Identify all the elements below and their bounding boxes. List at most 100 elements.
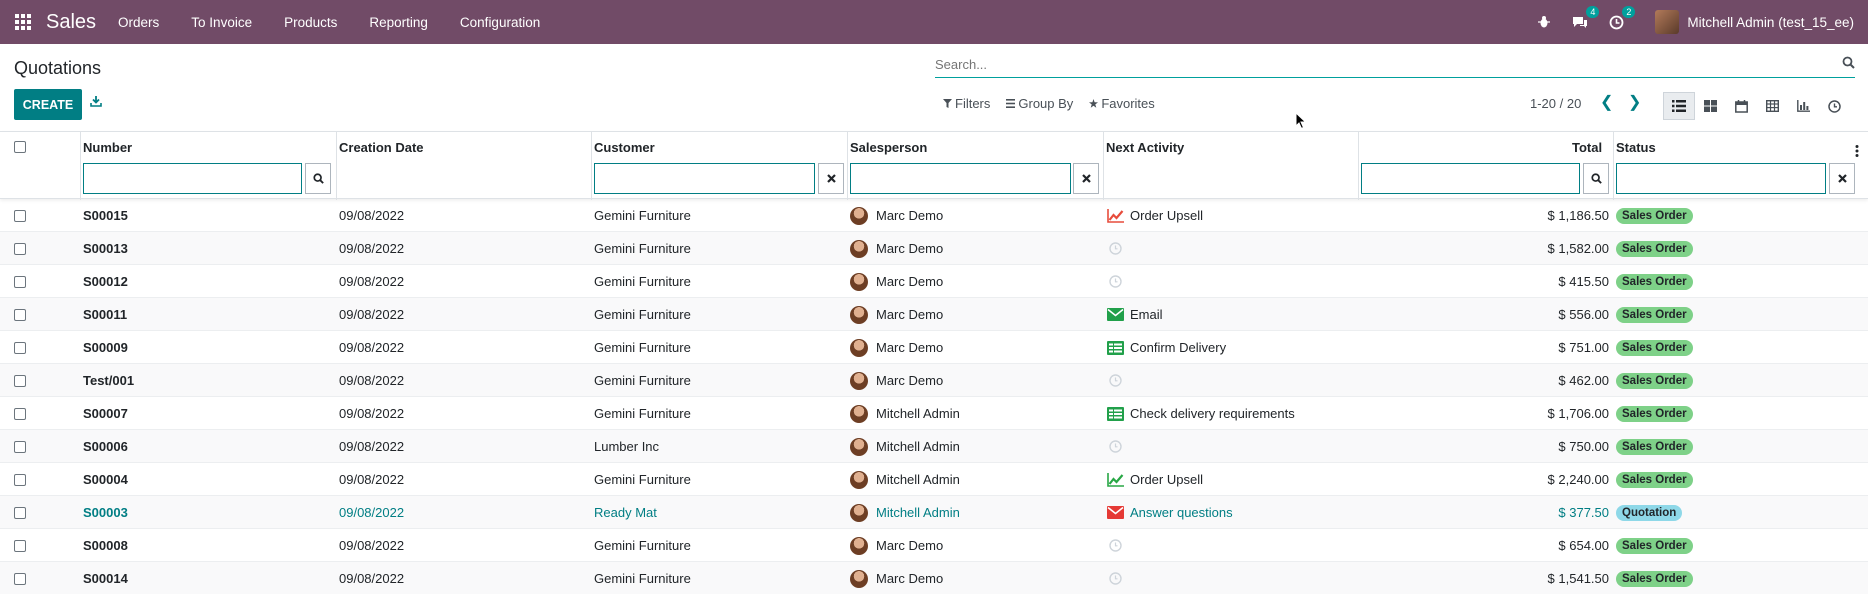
debug-bug-icon[interactable]	[1535, 13, 1553, 31]
number-filter-search-icon[interactable]	[305, 163, 331, 194]
messages-icon[interactable]: 4	[1571, 6, 1600, 31]
optional-columns-toggle-icon[interactable]	[1855, 145, 1859, 160]
row-checkbox[interactable]	[14, 539, 26, 552]
clock-icon[interactable]	[1106, 439, 1124, 455]
favorites-button[interactable]: Favorites	[1089, 96, 1155, 111]
row-checkbox[interactable]	[14, 374, 26, 387]
avatar[interactable]	[850, 239, 868, 258]
user-avatar[interactable]	[1655, 10, 1680, 34]
next-activity-cell[interactable]	[1106, 562, 1130, 594]
clock-icon[interactable]	[1106, 241, 1124, 257]
avatar[interactable]	[850, 536, 868, 555]
status-filter-clear-icon[interactable]	[1829, 163, 1855, 194]
column-status[interactable]: Status	[1616, 140, 1656, 155]
search-input[interactable]	[935, 52, 1815, 76]
row-checkbox[interactable]	[14, 308, 26, 321]
avatar[interactable]	[850, 404, 868, 423]
calendar-view-icon[interactable]	[1725, 92, 1757, 120]
column-customer[interactable]: Customer	[594, 140, 655, 155]
graph-view-icon[interactable]	[1787, 92, 1819, 120]
customer-filter-input[interactable]	[594, 163, 815, 194]
table-row[interactable]: S00012 09/08/2022 Gemini Furniture Marc …	[0, 265, 1868, 298]
avatar[interactable]	[850, 305, 868, 324]
activity-view-icon[interactable]	[1818, 92, 1850, 120]
user-menu[interactable]: Mitchell Admin (test_15_ee)	[1687, 15, 1854, 30]
next-activity-cell[interactable]	[1106, 364, 1130, 397]
next-activity-cell[interactable]: Order Upsell	[1106, 199, 1203, 232]
delivery-icon[interactable]	[1106, 340, 1124, 356]
table-row[interactable]: S00015 09/08/2022 Gemini Furniture Marc …	[0, 199, 1868, 232]
next-activity-cell[interactable]: Check delivery requirements	[1106, 397, 1295, 430]
menu-configuration[interactable]: Configuration	[460, 15, 540, 30]
kanban-view-icon[interactable]	[1694, 92, 1726, 120]
next-activity-cell[interactable]	[1106, 232, 1130, 265]
group-by-button[interactable]: Group By	[1006, 96, 1073, 111]
activities-clock-icon[interactable]: 2	[1607, 6, 1636, 31]
avatar[interactable]	[850, 569, 868, 588]
filters-button[interactable]: Filters	[943, 96, 990, 111]
menu-reporting[interactable]: Reporting	[369, 15, 428, 30]
column-creation-date[interactable]: Creation Date	[339, 140, 424, 155]
avatar[interactable]	[850, 437, 868, 456]
menu-to-invoice[interactable]: To Invoice	[191, 15, 252, 30]
envelope-icon[interactable]	[1106, 505, 1124, 521]
number-filter-input[interactable]	[83, 163, 302, 194]
select-all-checkbox[interactable]	[14, 141, 26, 153]
column-salesperson[interactable]: Salesperson	[850, 140, 927, 155]
table-row[interactable]: S00007 09/08/2022 Gemini Furniture Mitch…	[0, 397, 1868, 430]
next-activity-cell[interactable]: Confirm Delivery	[1106, 331, 1226, 364]
avatar[interactable]	[850, 503, 868, 522]
row-checkbox[interactable]	[14, 572, 26, 585]
column-next-activity[interactable]: Next Activity	[1106, 140, 1184, 155]
row-checkbox[interactable]	[14, 341, 26, 354]
next-activity-cell[interactable]: Email	[1106, 298, 1163, 331]
avatar[interactable]	[850, 470, 868, 489]
menu-orders[interactable]: Orders	[118, 15, 159, 30]
row-checkbox[interactable]	[14, 407, 26, 420]
table-row[interactable]: S00003 09/08/2022 Ready Mat Mitchell Adm…	[0, 496, 1868, 529]
table-row[interactable]: S00013 09/08/2022 Gemini Furniture Marc …	[0, 232, 1868, 265]
total-filter-input[interactable]	[1361, 163, 1580, 194]
row-checkbox[interactable]	[14, 275, 26, 288]
next-activity-cell[interactable]: Order Upsell	[1106, 463, 1203, 496]
table-row[interactable]: S00006 09/08/2022 Lumber Inc Mitchell Ad…	[0, 430, 1868, 463]
menu-products[interactable]: Products	[284, 15, 337, 30]
next-activity-cell[interactable]	[1106, 529, 1130, 562]
pivot-view-icon[interactable]	[1756, 92, 1788, 120]
row-checkbox[interactable]	[14, 506, 26, 519]
download-icon[interactable]	[90, 95, 102, 110]
row-checkbox[interactable]	[14, 440, 26, 453]
delivery-icon[interactable]	[1106, 406, 1124, 422]
clock-icon[interactable]	[1106, 274, 1124, 290]
next-activity-cell[interactable]: Answer questions	[1106, 496, 1233, 529]
pager-next-icon[interactable]: ❯	[1628, 95, 1641, 111]
clock-icon[interactable]	[1106, 538, 1124, 554]
app-name[interactable]: Sales	[46, 11, 96, 34]
avatar[interactable]	[850, 206, 868, 225]
avatar[interactable]	[850, 371, 868, 390]
table-row[interactable]: Test/001 09/08/2022 Gemini Furniture Mar…	[0, 364, 1868, 397]
avatar[interactable]	[850, 272, 868, 291]
table-row[interactable]: S00004 09/08/2022 Gemini Furniture Mitch…	[0, 463, 1868, 496]
clock-icon[interactable]	[1106, 571, 1124, 587]
page-title[interactable]: Quotations	[14, 58, 101, 79]
row-checkbox[interactable]	[14, 242, 26, 255]
list-view-icon[interactable]	[1663, 92, 1695, 120]
table-row[interactable]: S00009 09/08/2022 Gemini Furniture Marc …	[0, 331, 1868, 364]
search-icon[interactable]	[1842, 56, 1855, 72]
row-checkbox[interactable]	[14, 209, 26, 222]
next-activity-cell[interactable]	[1106, 265, 1130, 298]
table-row[interactable]: S00011 09/08/2022 Gemini Furniture Marc …	[0, 298, 1868, 331]
column-number[interactable]: Number	[83, 140, 132, 155]
pager-previous-icon[interactable]: ❮	[1600, 95, 1613, 111]
chart-line-icon[interactable]	[1106, 472, 1124, 488]
total-filter-search-icon[interactable]	[1583, 163, 1609, 194]
customer-filter-clear-icon[interactable]	[818, 163, 844, 194]
apps-grid-icon[interactable]	[14, 13, 32, 31]
table-row[interactable]: S00008 09/08/2022 Gemini Furniture Marc …	[0, 529, 1868, 562]
table-row[interactable]: S00014 09/08/2022 Gemini Furniture Marc …	[0, 562, 1868, 594]
next-activity-cell[interactable]	[1106, 430, 1130, 463]
row-checkbox[interactable]	[14, 473, 26, 486]
salesperson-filter-clear-icon[interactable]	[1073, 163, 1099, 194]
pager-value[interactable]: 1-20 / 20	[1530, 96, 1581, 111]
